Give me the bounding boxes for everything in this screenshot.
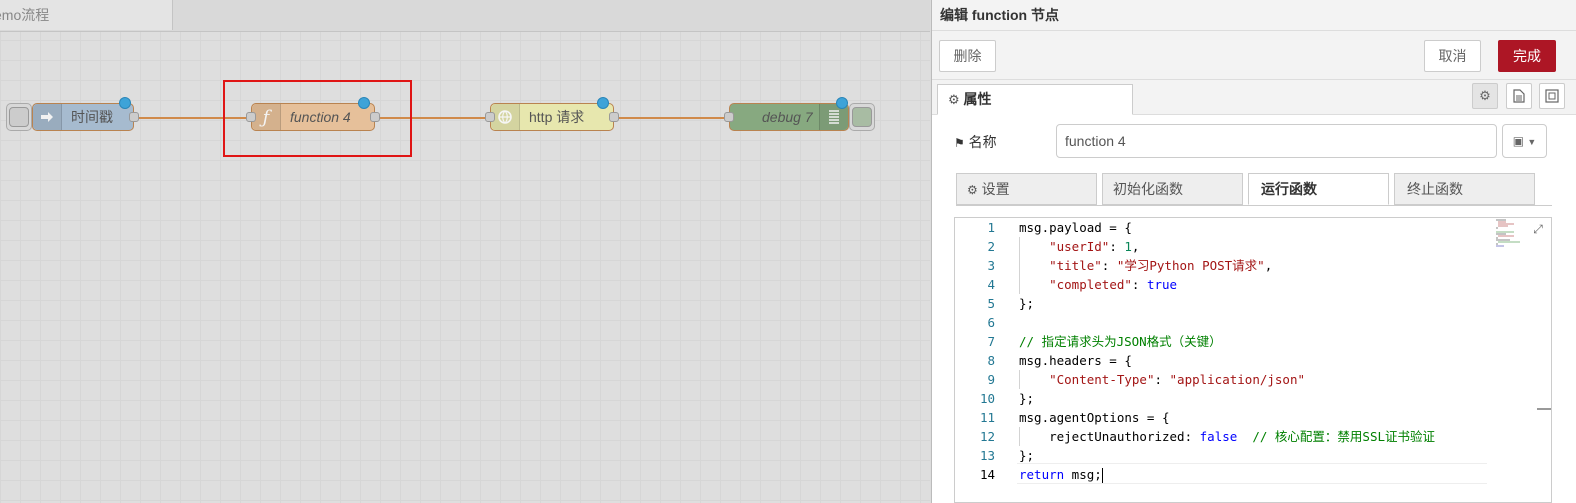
flow-tab-bar: emo流程 <box>0 0 930 32</box>
line-number: 14 <box>979 467 995 482</box>
code-text: }; <box>1019 391 1035 406</box>
expand-icon[interactable]: ⤢ <box>1529 220 1547 238</box>
line-number: 10 <box>979 391 995 406</box>
changed-indicator <box>597 97 609 109</box>
flow-tab[interactable]: emo流程 <box>0 0 173 30</box>
node-label: debug 7 <box>762 109 813 125</box>
line-number: 6 <box>987 315 995 330</box>
cancel-button[interactable]: 取消 <box>1424 40 1481 72</box>
edit-panel: 编辑 function 节点 删除 取消 完成 ⚙ 属性 ⚙ ⚑ 名称 ▣ ▼ … <box>931 0 1576 503</box>
settings-gear-button[interactable]: ⚙ <box>1472 83 1498 109</box>
flow-tab-label: emo流程 <box>0 7 50 23</box>
code-text: "title": "学习Python POST请求", <box>1049 258 1273 273</box>
library-button[interactable]: ▣ ▼ <box>1502 124 1547 158</box>
tab-properties[interactable]: ⚙ 属性 <box>937 84 1133 115</box>
code-editor[interactable]: 1 msg.payload = { 2 "userId": 1, 3 "title… <box>954 217 1552 503</box>
name-label-text: 名称 <box>968 134 997 150</box>
line-number: 4 <box>987 277 995 292</box>
changed-indicator <box>119 97 131 109</box>
inject-node[interactable]: 时间戳 <box>32 97 139 131</box>
code-text: msg.agentOptions = { <box>1019 410 1170 425</box>
code-text: "Content-Type": "application/json" <box>1049 372 1305 387</box>
input-port[interactable] <box>724 112 734 122</box>
appearance-button[interactable] <box>1539 83 1565 109</box>
node-label: http 请求 <box>529 109 585 125</box>
frame-icon <box>1545 89 1559 103</box>
chevron-down-icon: ▼ <box>1527 137 1537 147</box>
panel-title: 编辑 function 节点 <box>932 0 1576 31</box>
changed-indicator <box>836 97 848 109</box>
panel-tabs: ⚙ 属性 ⚙ <box>932 80 1576 115</box>
debug-node[interactable]: debug 7 <box>724 97 849 131</box>
code-text: "completed": true <box>1049 277 1178 292</box>
line-number: 7 <box>987 334 995 349</box>
output-port[interactable] <box>129 112 139 122</box>
function-subtabs: ⚙ 设置 初始化函数 运行函数 终止函数 <box>956 173 1552 206</box>
subtab-label: 设置 <box>981 181 1010 197</box>
line-number: 8 <box>987 353 995 368</box>
line-number: 3 <box>987 258 995 273</box>
subtab-label: 终止函数 <box>1407 181 1463 197</box>
output-port[interactable] <box>609 112 619 122</box>
document-icon <box>1513 89 1525 103</box>
line-number: 13 <box>979 448 995 463</box>
scrollbar-marker[interactable] <box>1537 408 1551 410</box>
code-text: }; <box>1019 296 1035 311</box>
flow-workspace[interactable]: emo流程 时间戳 ƒ function 4 http 请求 <box>0 0 930 503</box>
code-minimap[interactable] <box>1495 218 1521 254</box>
selection-highlight <box>223 80 412 157</box>
tab-label: 属性 <box>963 91 992 107</box>
code-text: msg.payload = { <box>1019 220 1132 235</box>
description-button[interactable] <box>1506 83 1532 109</box>
debug-toggle-button[interactable] <box>849 103 875 131</box>
gear-icon: ⚙ <box>967 183 978 197</box>
subtab-setup[interactable]: ⚙ 设置 <box>956 173 1097 205</box>
subtab-close[interactable]: 终止函数 <box>1394 173 1535 205</box>
name-label: ⚑ 名称 <box>954 132 997 152</box>
node-label: 时间戳 <box>71 109 113 125</box>
code-text: msg.headers = { <box>1019 353 1132 368</box>
done-button[interactable]: 完成 <box>1498 40 1556 72</box>
subtab-label: 初始化函数 <box>1113 181 1183 197</box>
subtab-init[interactable]: 初始化函数 <box>1102 173 1243 205</box>
code-text: rejectUnauthorized: false // 核心配置：禁用SSL证… <box>1049 429 1435 444</box>
globe-icon <box>491 104 520 130</box>
tag-icon: ⚑ <box>954 136 965 150</box>
current-line-highlight <box>1017 463 1487 484</box>
name-row: ⚑ 名称 ▣ ▼ <box>932 124 1576 158</box>
arrow-right-icon <box>33 104 62 130</box>
wire[interactable] <box>614 117 729 119</box>
book-icon: ▣ <box>1512 134 1525 148</box>
input-port[interactable] <box>485 112 495 122</box>
gear-icon: ⚙ <box>1479 88 1491 103</box>
line-number: 5 <box>987 296 995 311</box>
gear-icon: ⚙ <box>948 92 960 107</box>
line-number: 11 <box>979 410 995 425</box>
name-input[interactable] <box>1056 124 1497 158</box>
inject-trigger-button[interactable] <box>6 103 32 131</box>
line-number: 2 <box>987 239 995 254</box>
http-request-node[interactable]: http 请求 <box>485 97 619 131</box>
code-text: "userId": 1, <box>1049 239 1140 254</box>
line-number: 9 <box>987 372 995 387</box>
delete-button[interactable]: 删除 <box>939 40 996 72</box>
panel-action-bar: 删除 取消 完成 <box>932 31 1576 80</box>
code-comment: // 指定请求头为JSON格式（关键） <box>1019 334 1222 349</box>
subtab-label: 运行函数 <box>1261 181 1317 197</box>
subtab-run[interactable]: 运行函数 <box>1248 173 1389 205</box>
line-number: 12 <box>979 429 995 444</box>
line-number: 1 <box>987 220 995 235</box>
